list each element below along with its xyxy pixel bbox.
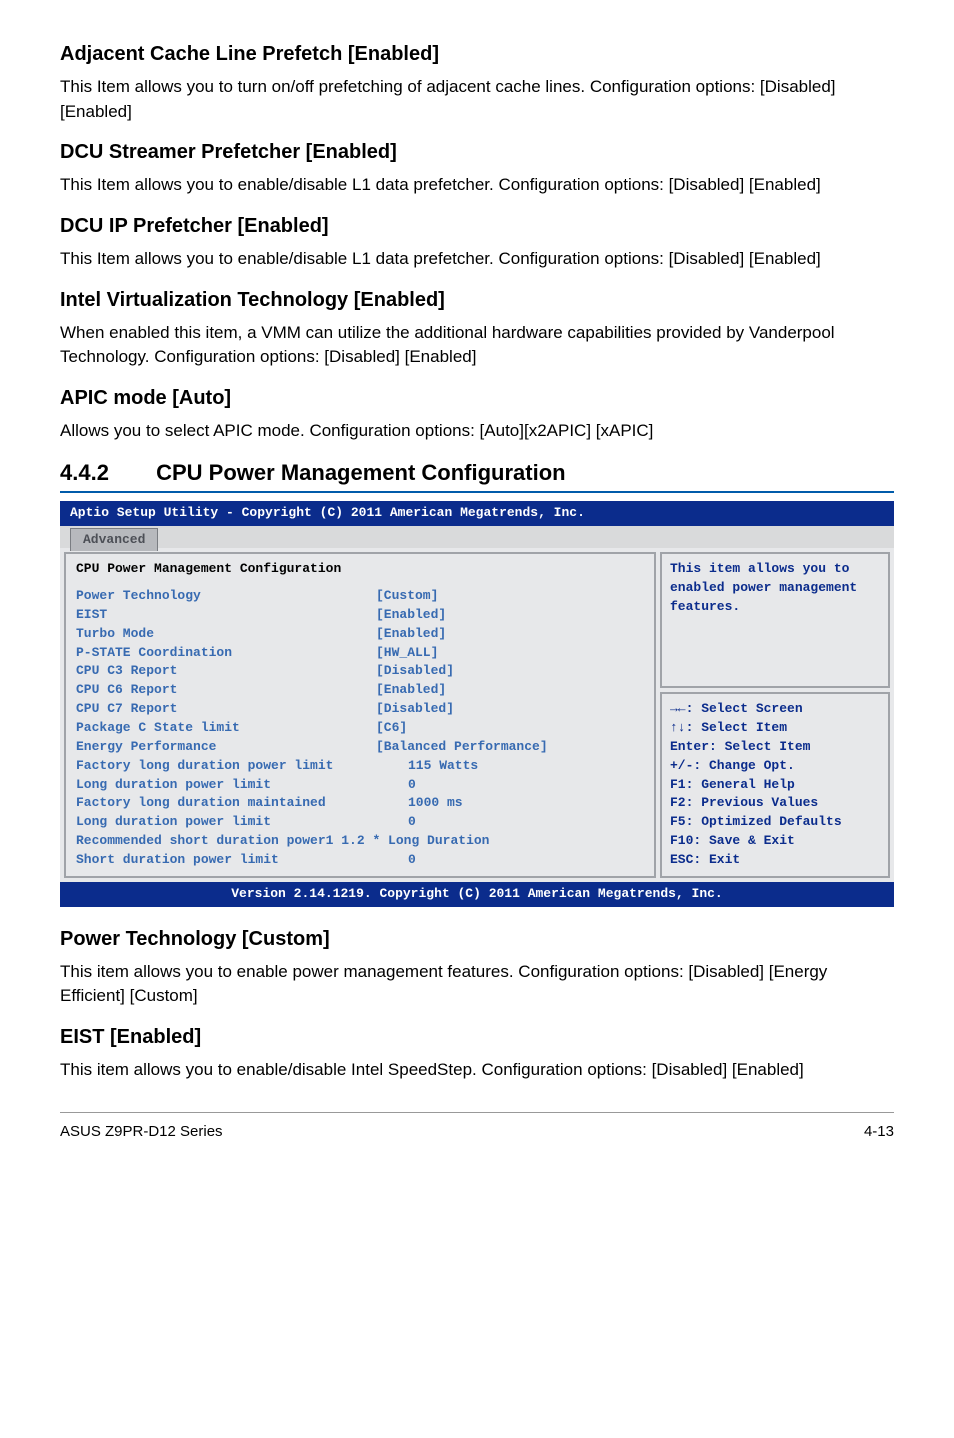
bios-help-box: This item allows you to enabled power ma… (660, 552, 890, 688)
heading-dcu-ip: DCU IP Prefetcher [Enabled] (60, 212, 894, 241)
bios-key-hint: F2: Previous Values (670, 794, 880, 813)
para-eist: This item allows you to enable/disable I… (60, 1058, 894, 1083)
bios-row-label: CPU C6 Report (76, 681, 376, 700)
heading-eist: EIST [Enabled] (60, 1023, 894, 1052)
bios-row: P-STATE Coordination[HW_ALL] (76, 644, 644, 663)
bios-row-value: [Enabled] (376, 681, 446, 700)
bios-row: Factory long duration maintained1000 ms (76, 794, 644, 813)
bios-key-hint: Enter: Select Item (670, 738, 880, 757)
bios-row-value: 1000 ms (376, 794, 463, 813)
bios-row: Recommended short duration power1 1.2 * … (76, 832, 644, 851)
bios-row-label: Energy Performance (76, 738, 376, 757)
bios-key-hint: F10: Save & Exit (670, 832, 880, 851)
bios-row-value: 0 (376, 813, 416, 832)
bios-row-label: Recommended short duration power1 1.2 * … (76, 832, 489, 851)
bios-row-value: 0 (376, 776, 416, 795)
bios-key-hint: F5: Optimized Defaults (670, 813, 880, 832)
heading-apic: APIC mode [Auto] (60, 384, 894, 413)
section-heading-442: 4.4.2 CPU Power Management Configuration (60, 457, 894, 493)
para-dcu-ip: This Item allows you to enable/disable L… (60, 247, 894, 272)
bios-row-value: [Balanced Performance] (376, 738, 548, 757)
bios-row-value: [Enabled] (376, 625, 446, 644)
heading-dcu-streamer: DCU Streamer Prefetcher [Enabled] (60, 138, 894, 167)
bios-key-hint: F1: General Help (670, 776, 880, 795)
bios-row-label: P-STATE Coordination (76, 644, 376, 663)
bios-row-label: Turbo Mode (76, 625, 376, 644)
bios-row: CPU C3 Report[Disabled] (76, 662, 644, 681)
bios-key-hint: →←: Select Screen (670, 700, 880, 719)
bios-row-label: CPU C7 Report (76, 700, 376, 719)
page-footer: ASUS Z9PR-D12 Series 4-13 (60, 1112, 894, 1143)
bios-key-hint: +/-: Change Opt. (670, 757, 880, 776)
bios-row-value: [Enabled] (376, 606, 446, 625)
bios-row-label: Long duration power limit (76, 813, 376, 832)
bios-row-value: [C6] (376, 719, 407, 738)
bios-row: Energy Performance[Balanced Performance] (76, 738, 644, 757)
para-adj-cache: This Item allows you to turn on/off pref… (60, 75, 894, 124)
bios-row-value: 115 Watts (376, 757, 478, 776)
heading-power-tech: Power Technology [Custom] (60, 925, 894, 954)
bios-row-value: [Disabled] (376, 662, 454, 681)
bios-row: Factory long duration power limit115 Wat… (76, 757, 644, 776)
para-power-tech: This item allows you to enable power man… (60, 960, 894, 1009)
bios-row: Power Technology[Custom] (76, 587, 644, 606)
para-intel-vt: When enabled this item, a VMM can utiliz… (60, 321, 894, 370)
bios-footer: Version 2.14.1219. Copyright (C) 2011 Am… (60, 882, 894, 907)
heading-intel-vt: Intel Virtualization Technology [Enabled… (60, 286, 894, 315)
bios-row: Long duration power limit0 (76, 776, 644, 795)
bios-row: EIST[Enabled] (76, 606, 644, 625)
bios-row: Short duration power limit0 (76, 851, 644, 870)
bios-row: Long duration power limit0 (76, 813, 644, 832)
heading-adj-cache: Adjacent Cache Line Prefetch [Enabled] (60, 40, 894, 69)
section-title: CPU Power Management Configuration (156, 460, 565, 485)
bios-row: CPU C7 Report[Disabled] (76, 700, 644, 719)
bios-row-label: Short duration power limit (76, 851, 376, 870)
bios-row-label: Long duration power limit (76, 776, 376, 795)
bios-row-label: Factory long duration power limit (76, 757, 376, 776)
footer-right: 4-13 (864, 1121, 894, 1143)
bios-key-hint: ↑↓: Select Item (670, 719, 880, 738)
bios-row-value: [Disabled] (376, 700, 454, 719)
bios-screenshot: Aptio Setup Utility - Copyright (C) 2011… (60, 501, 894, 906)
bios-row-label: Power Technology (76, 587, 376, 606)
bios-tab-advanced: Advanced (70, 528, 158, 551)
bios-row: Turbo Mode[Enabled] (76, 625, 644, 644)
section-number: 4.4.2 (60, 457, 150, 489)
bios-row-label: Factory long duration maintained (76, 794, 376, 813)
para-dcu-streamer: This Item allows you to enable/disable L… (60, 173, 894, 198)
bios-row-value: [Custom] (376, 587, 438, 606)
bios-header: Aptio Setup Utility - Copyright (C) 2011… (60, 501, 894, 526)
bios-row-label: EIST (76, 606, 376, 625)
bios-row-value: 0 (376, 851, 416, 870)
bios-left-panel: CPU Power Management Configuration Power… (64, 552, 656, 878)
bios-row: Package C State limit[C6] (76, 719, 644, 738)
para-apic: Allows you to select APIC mode. Configur… (60, 419, 894, 444)
bios-row-label: CPU C3 Report (76, 662, 376, 681)
bios-keys-box: →←: Select Screen↑↓: Select ItemEnter: S… (660, 692, 890, 878)
bios-panel-title: CPU Power Management Configuration (76, 560, 644, 579)
bios-row-value: [HW_ALL] (376, 644, 438, 663)
bios-row: CPU C6 Report[Enabled] (76, 681, 644, 700)
bios-key-hint: ESC: Exit (670, 851, 880, 870)
bios-tabs: Advanced (60, 526, 894, 548)
bios-row-label: Package C State limit (76, 719, 376, 738)
footer-left: ASUS Z9PR-D12 Series (60, 1121, 223, 1143)
